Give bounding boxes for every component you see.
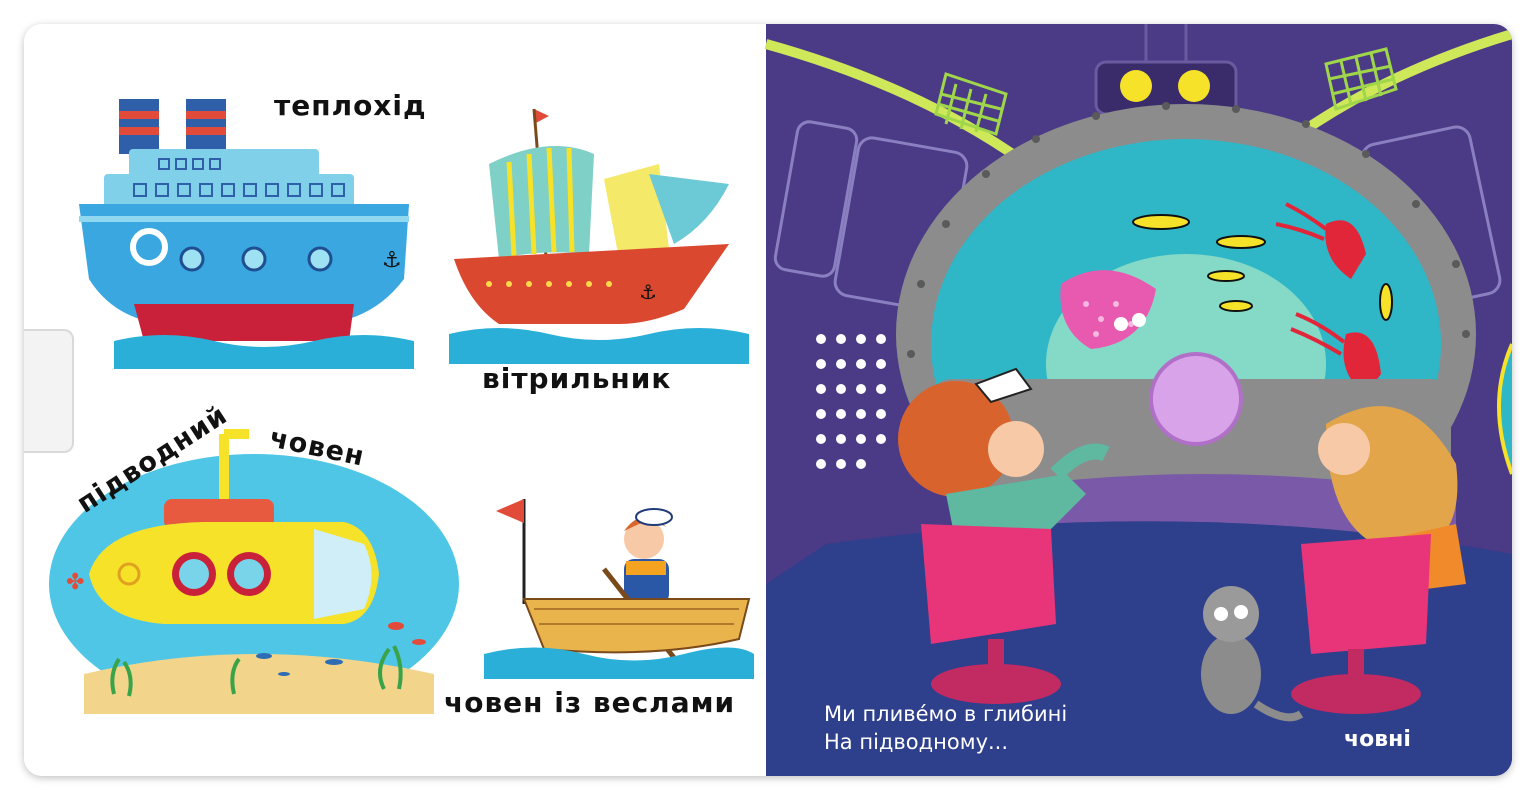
anchor-icon: ⚓ bbox=[639, 280, 657, 304]
board-book-spread: ⚓ теплохід ⚓ вітрильник ✤ підводний чове… bbox=[24, 24, 1512, 776]
submarine-illustration: ✤ bbox=[49, 429, 459, 714]
caption-line-1: Ми пливе́мо в глибині bbox=[824, 702, 1068, 726]
label-motor-ship: теплохід bbox=[274, 89, 427, 122]
left-page: ⚓ теплохід ⚓ вітрильник ✤ підводний чове… bbox=[24, 24, 766, 776]
anchor-icon: ⚓ bbox=[382, 248, 402, 273]
rowboat-illustration bbox=[484, 499, 754, 679]
label-rowboat: човен із веслами bbox=[444, 686, 736, 719]
caption-line-2: На підводному... bbox=[824, 730, 1009, 754]
propeller-icon: ✤ bbox=[66, 570, 84, 595]
submarine-interior-scene bbox=[764, 24, 1512, 776]
flag-icon bbox=[496, 499, 524, 523]
label-sailboat: вітрильник bbox=[482, 362, 672, 395]
right-page: Ми пливе́мо в глибині На підводному... ч… bbox=[764, 24, 1512, 776]
sailboat-illustration: ⚓ bbox=[449, 108, 749, 364]
answer-word: човні bbox=[1344, 727, 1411, 752]
